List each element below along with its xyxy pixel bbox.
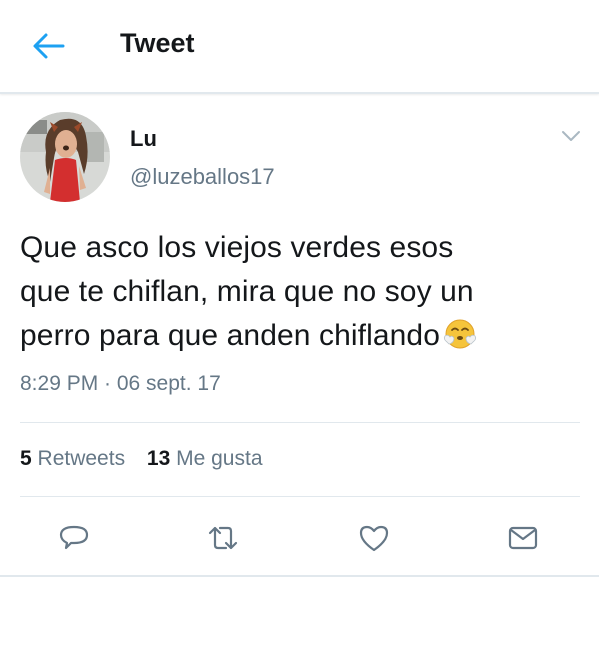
- message-icon[interactable]: [506, 521, 540, 555]
- avatar[interactable]: [20, 112, 110, 202]
- author-handle[interactable]: @luzeballos17: [130, 164, 275, 190]
- likes-stat[interactable]: 13 Me gusta: [147, 447, 263, 471]
- retweets-count: 5: [20, 447, 32, 470]
- divider: [20, 422, 580, 423]
- like-icon[interactable]: [357, 521, 391, 555]
- retweets-label: Retweets: [37, 447, 126, 470]
- face-with-steam-from-nose-icon: [443, 319, 477, 349]
- reply-icon[interactable]: [57, 521, 91, 555]
- likes-count: 13: [146, 447, 171, 470]
- tweet-timestamp: 8:29 PM · 06 sept. 17: [20, 372, 221, 395]
- divider: [20, 496, 580, 497]
- top-bar: Tweet: [0, 0, 599, 94]
- page-title: Tweet: [120, 28, 195, 58]
- divider: [0, 575, 599, 577]
- tweet-stats: 5 Retweets 13 Me gusta: [20, 447, 279, 471]
- arrow-left-icon[interactable]: [30, 30, 66, 62]
- chevron-down-icon[interactable]: [560, 128, 582, 144]
- author-name[interactable]: Lu: [130, 126, 157, 152]
- tweet-text: Que asco los viejos verdes esos que te c…: [20, 226, 580, 358]
- retweet-icon[interactable]: [206, 521, 240, 555]
- tweet-body: Que asco los viejos verdes esos que te c…: [20, 231, 474, 352]
- retweets-stat[interactable]: 5 Retweets: [20, 447, 125, 471]
- likes-label: Me gusta: [176, 447, 263, 470]
